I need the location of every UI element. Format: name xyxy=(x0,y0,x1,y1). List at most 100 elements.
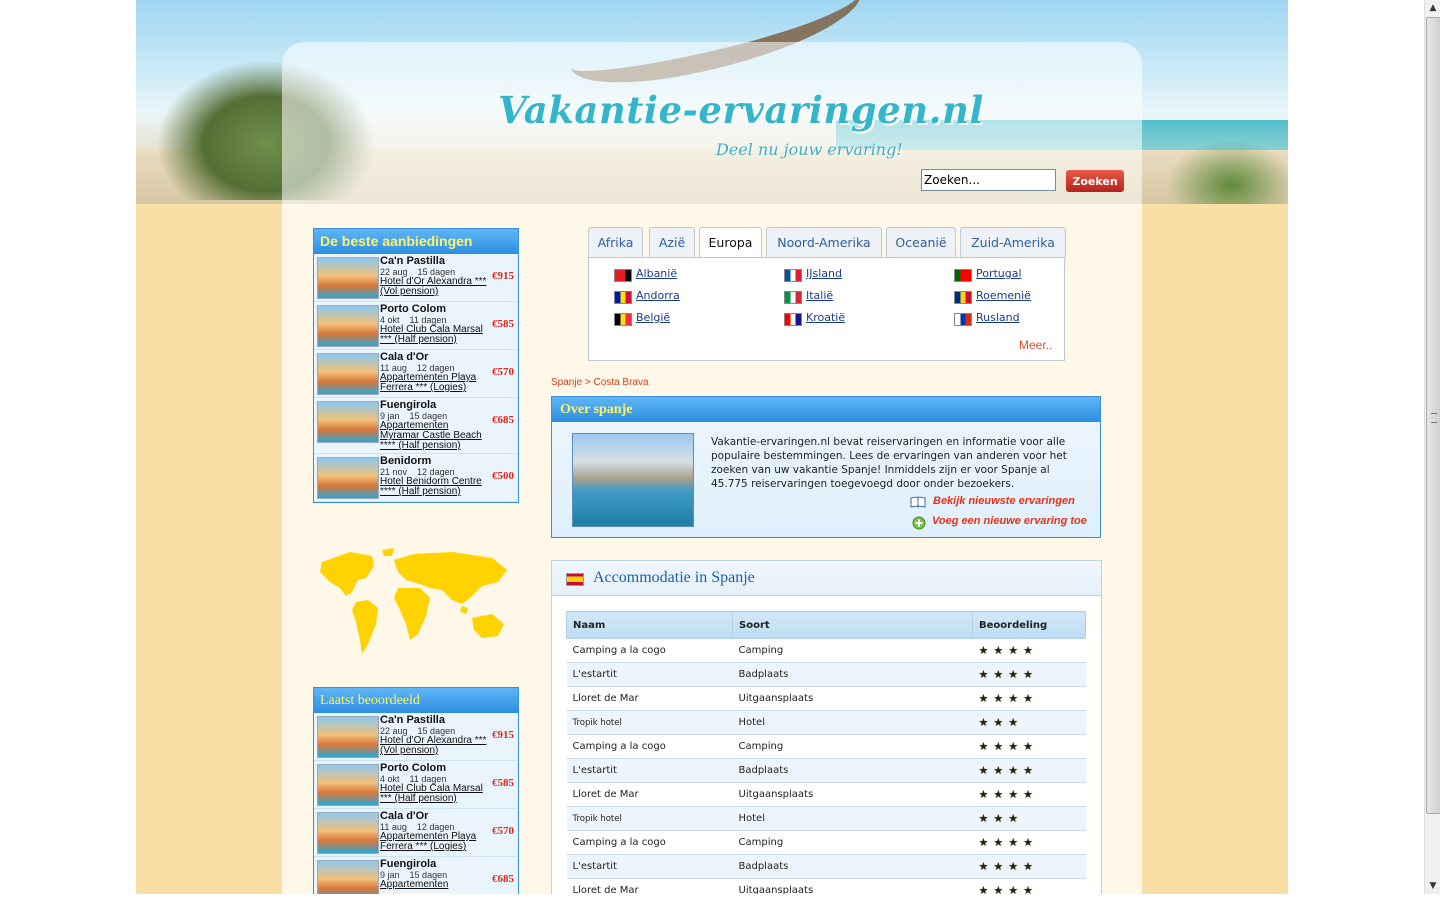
country-link[interactable]: Italië xyxy=(806,289,833,302)
accommodation-name[interactable]: Camping a la cogo xyxy=(566,734,733,759)
deal-city: Fuengirola xyxy=(380,858,437,870)
accommodation-header: Accommodatie in Spanje xyxy=(552,561,1101,596)
country-link[interactable]: Andorra xyxy=(636,289,680,302)
deal-item[interactable]: Ca'n Pastilla 22 aug 15 dagen Hotel d'Or A… xyxy=(314,254,518,302)
search-input[interactable] xyxy=(921,169,1056,191)
hotel-thumbnail[interactable] xyxy=(317,812,379,854)
deal-hotel-link[interactable]: Appartementen xyxy=(380,880,490,890)
site-logo[interactable]: Vakantie-ervaringen.nl xyxy=(498,88,984,132)
hotel-thumbnail[interactable] xyxy=(317,401,379,443)
scrollbar-thumb[interactable] xyxy=(1426,17,1440,814)
deal-price: €585 xyxy=(492,318,514,330)
table-row[interactable]: Tropik hotel Hotel ★★★ xyxy=(566,806,1086,831)
deal-price: €685 xyxy=(492,873,514,885)
deal-hotel-link[interactable]: Hotel d'Or Alexandra *** (Vol pension) xyxy=(380,277,490,297)
tab-europa[interactable]: Europa xyxy=(699,227,762,259)
deal-hotel-link[interactable]: Hotel Club Cala Marsal *** (Half pension… xyxy=(380,784,490,804)
world-map-image xyxy=(320,548,507,654)
accommodation-name[interactable]: Tropik hotel xyxy=(566,806,733,831)
deal-item[interactable]: Ca'n Pastilla 22 aug 15 dagen Hotel d'Or A… xyxy=(314,713,518,761)
table-row[interactable]: Tropik hotel Hotel ★★★ xyxy=(566,710,1086,735)
accommodation-type: Badplaats xyxy=(732,662,973,687)
table-row[interactable]: Camping a la cogo Camping ★★★★ xyxy=(566,734,1086,759)
accommodation-name[interactable]: Tropik hotel xyxy=(566,710,733,735)
country-link[interactable]: Portugal xyxy=(976,267,1022,280)
country-link[interactable]: België xyxy=(636,311,670,324)
hotel-thumbnail[interactable] xyxy=(317,716,379,758)
deal-hotel-link[interactable]: Appartementen Playa Ferrera *** (Logies) xyxy=(380,832,490,852)
tab-afrika[interactable]: Afrika xyxy=(588,227,643,258)
column-header-naam[interactable]: Naam xyxy=(566,611,733,639)
deal-item[interactable]: Cala d'Or 11 aug 12 dagen Appartementen Pl… xyxy=(314,350,518,398)
deal-item[interactable]: Cala d'Or 11 aug 12 dagen Appartementen Pl… xyxy=(314,809,518,857)
accommodation-type: Badplaats xyxy=(732,758,973,783)
tab-zuid-amerika[interactable]: Zuid-Amerika xyxy=(960,227,1066,258)
tab-azie[interactable]: Azië xyxy=(649,227,695,258)
column-header-beoordeling[interactable]: Beoordeling xyxy=(972,611,1086,639)
hotel-thumbnail[interactable] xyxy=(317,860,379,894)
deal-hotel-link[interactable]: Hotel Benidorm Centre **** (Half pension… xyxy=(380,477,490,497)
accommodation-name[interactable]: L'estartit xyxy=(566,854,733,879)
country-link[interactable]: Kroatië xyxy=(806,311,845,324)
country-link[interactable]: Roemenië xyxy=(976,289,1031,302)
tab-noord-amerika[interactable]: Noord-Amerika xyxy=(766,227,882,258)
spain-beach-photo xyxy=(572,433,694,527)
deal-hotel-link[interactable]: Hotel d'Or Alexandra *** (Vol pension) xyxy=(380,736,490,756)
accommodation-name[interactable]: Camping a la cogo xyxy=(566,830,733,855)
hotel-thumbnail[interactable] xyxy=(317,764,379,806)
table-row[interactable]: Lloret de Mar Uitgaansplaats ★★★★ xyxy=(566,878,1086,894)
tab-oceanie[interactable]: Oceanië xyxy=(886,227,956,258)
header-banner: Vakantie-ervaringen.nl Deel nu jouw erva… xyxy=(136,0,1288,204)
rating-stars-icon: ★★★ xyxy=(972,806,1086,831)
view-latest-experiences-link[interactable]: Bekijk nieuwste ervaringen xyxy=(933,495,1075,507)
rating-stars-icon: ★★★★ xyxy=(972,686,1086,711)
rating-stars-icon: ★★★★ xyxy=(972,734,1086,759)
deals-list: Ca'n Pastilla 22 aug 15 dagen Hotel d'Or A… xyxy=(314,254,518,502)
deal-hotel-link[interactable]: Appartementen Playa Ferrera *** (Logies) xyxy=(380,373,490,393)
rated-box-title: Laatst beoordeeld xyxy=(314,688,518,713)
accommodation-name[interactable]: L'estartit xyxy=(566,662,733,687)
accommodation-name[interactable]: Lloret de Mar xyxy=(566,878,733,894)
deal-price: €915 xyxy=(492,729,514,741)
accommodation-name[interactable]: Lloret de Mar xyxy=(566,686,733,711)
deal-item[interactable]: Porto Colom 4 okt 11 dagen Hotel Club Cala… xyxy=(314,761,518,809)
deal-item[interactable]: Fuengirola 9 jan 15 dagen Appartementen €68… xyxy=(314,857,518,894)
column-header-soort[interactable]: Soort xyxy=(732,611,973,639)
country-link[interactable]: IJsland xyxy=(806,267,842,280)
hotel-thumbnail[interactable] xyxy=(317,457,379,499)
table-row[interactable]: Camping a la cogo Camping ★★★★ xyxy=(566,638,1086,663)
deal-hotel-link[interactable]: Hotel Club Cala Marsal *** (Half pension… xyxy=(380,325,490,345)
scroll-up-arrow-icon[interactable]: ▲ xyxy=(1425,0,1440,16)
table-row[interactable]: L'estartit Badplaats ★★★★ xyxy=(566,758,1086,783)
accommodation-name[interactable]: L'estartit xyxy=(566,758,733,783)
deal-hotel-link[interactable]: Appartementen Myramar Castle Beach **** … xyxy=(380,421,490,451)
scroll-down-arrow-icon[interactable]: ▼ xyxy=(1425,878,1440,894)
deal-item[interactable]: Fuengirola 9 jan 15 dagen Appartementen My… xyxy=(314,398,518,454)
country-panel: Albanië Andorra België IJsland Italië Kroatië… xyxy=(588,257,1065,361)
search-button[interactable]: Zoeken xyxy=(1066,170,1124,192)
add-experience-link[interactable]: Voeg een nieuwe ervaring toe xyxy=(932,515,1087,527)
table-row[interactable]: Camping a la cogo Camping ★★★★ xyxy=(566,830,1086,855)
hotel-thumbnail[interactable] xyxy=(317,353,379,395)
accommodation-type: Camping xyxy=(732,734,973,759)
hotel-thumbnail[interactable] xyxy=(317,305,379,347)
accommodation-name[interactable]: Lloret de Mar xyxy=(566,782,733,807)
table-row[interactable]: L'estartit Badplaats ★★★★ xyxy=(566,662,1086,687)
flag-icon xyxy=(954,291,972,304)
breadcrumb[interactable]: Spanje > Costa Brava xyxy=(551,377,649,388)
table-row[interactable]: Lloret de Mar Uitgaansplaats ★★★★ xyxy=(566,782,1086,807)
accommodation-name[interactable]: Camping a la cogo xyxy=(566,638,733,663)
over-spanje-text: Vakantie-ervaringen.nl bevat reiservarin… xyxy=(711,436,1067,490)
hotel-thumbnail[interactable] xyxy=(317,257,379,299)
flag-icon xyxy=(954,313,972,326)
country-link[interactable]: Albanië xyxy=(636,267,677,280)
table-row[interactable]: Lloret de Mar Uitgaansplaats ★★★★ xyxy=(566,686,1086,711)
accommodation-type: Hotel xyxy=(732,710,973,735)
more-countries-link[interactable]: Meer.. xyxy=(1019,338,1052,352)
accommodation-title: Accommodatie in Spanje xyxy=(593,569,755,586)
vertical-scrollbar[interactable]: ▲ ▼ xyxy=(1424,0,1440,894)
deal-item[interactable]: Porto Colom 4 okt 11 dagen Hotel Club Cala… xyxy=(314,302,518,350)
deal-item[interactable]: Benidorm 21 nov 12 dagen Hotel Benidorm Ce… xyxy=(314,454,518,502)
table-row[interactable]: L'estartit Badplaats ★★★★ xyxy=(566,854,1086,879)
country-link[interactable]: Rusland xyxy=(976,311,1020,324)
